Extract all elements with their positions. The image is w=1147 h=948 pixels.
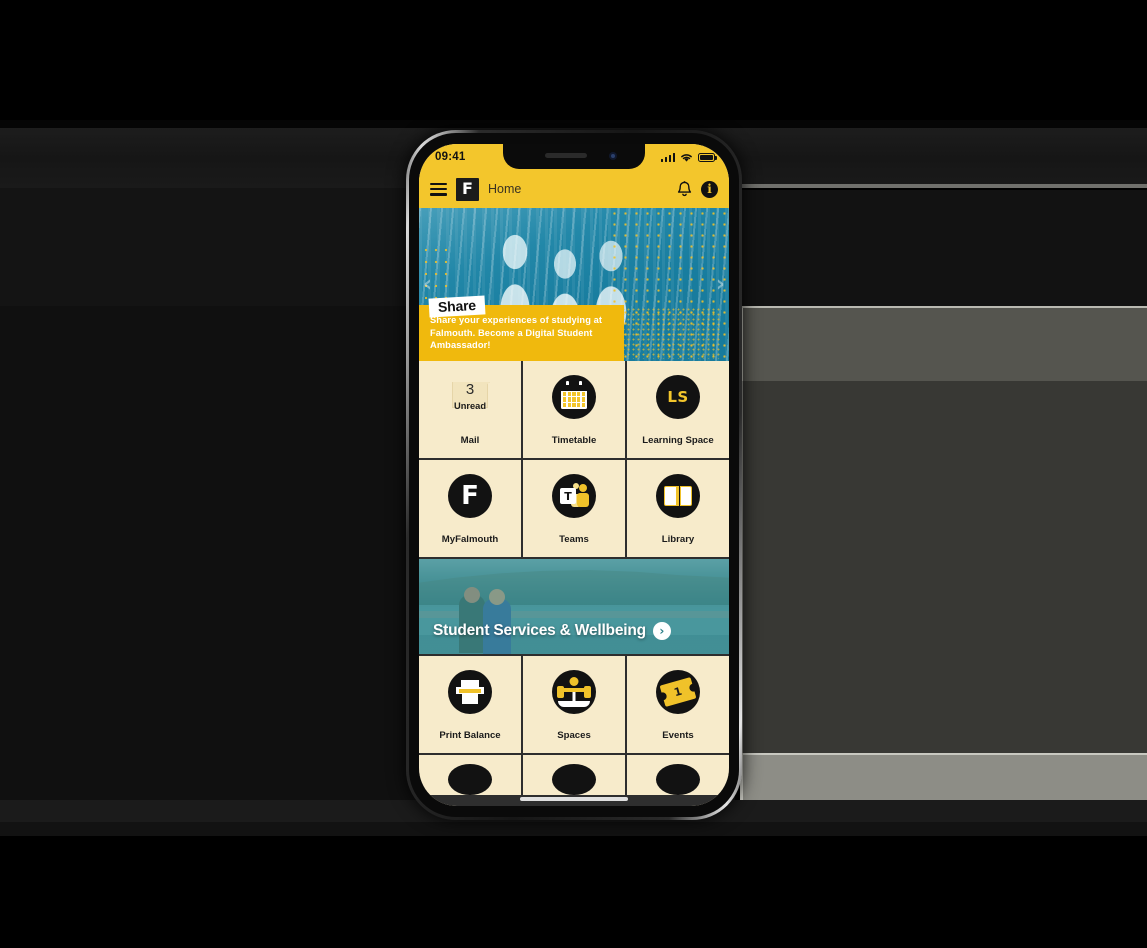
background-band	[735, 184, 1147, 188]
learning-space-icon: LS	[656, 375, 700, 419]
tile-library[interactable]: Library	[627, 460, 729, 557]
tile-partial[interactable]	[627, 755, 729, 795]
cellular-bars-icon	[660, 152, 675, 162]
phone-notch	[503, 144, 645, 169]
tile-label: Timetable	[551, 435, 597, 446]
earpiece-speaker-icon	[545, 153, 587, 158]
tile-label: Teams	[559, 534, 589, 545]
background-band	[0, 822, 1147, 836]
phone-screen: 09:41 F Home i ‹ › Share Share your expe…	[419, 144, 729, 806]
tile-events[interactable]: 1 Events	[627, 656, 729, 753]
chevron-right-icon[interactable]: ›	[716, 273, 725, 296]
background-panel	[740, 381, 1147, 753]
envelope-icon: 3 Unread	[448, 375, 492, 419]
banner-title: Student Services & Wellbeing	[433, 622, 646, 639]
tile-learning-space[interactable]: LS Learning Space	[627, 361, 729, 458]
background-band	[0, 120, 1147, 128]
falmouth-f-glyph: F	[461, 481, 479, 511]
open-book-icon	[656, 474, 700, 518]
hero-tag: Share	[428, 295, 486, 318]
student-services-banner[interactable]: Student Services & Wellbeing ›	[419, 559, 729, 654]
tile-spaces[interactable]: Spaces	[523, 656, 625, 753]
ticket-number: 1	[672, 684, 684, 700]
app-icon	[448, 764, 492, 795]
falmouth-logo[interactable]: F	[456, 177, 479, 201]
microsoft-teams-icon: T	[552, 474, 596, 518]
tile-label: Library	[661, 534, 695, 545]
background-panel	[738, 190, 1147, 308]
calendar-icon	[552, 375, 596, 419]
ticket-icon: 1	[656, 670, 700, 714]
battery-full-icon	[698, 152, 718, 162]
phone-bezel: 09:41 F Home i ‹ › Share Share your expe…	[409, 133, 739, 817]
printer-icon	[448, 670, 492, 714]
app-icon	[552, 764, 596, 795]
tile-label: Learning Space	[642, 435, 714, 446]
desk-person-icon	[552, 670, 596, 714]
wifi-icon	[681, 153, 692, 162]
phone-mockup: 09:41 F Home i ‹ › Share Share your expe…	[406, 130, 742, 820]
home-indicator[interactable]	[520, 797, 628, 801]
page-title: Home	[488, 182, 522, 196]
tile-mail[interactable]: 3 Unread Mail	[419, 361, 521, 458]
app-icon	[656, 764, 700, 795]
teams-t-glyph: T	[560, 488, 576, 504]
tile-row-partial	[419, 755, 729, 795]
tile-row: Print Balance Spaces 1 Events	[419, 656, 729, 753]
background-panel	[740, 753, 1147, 800]
background-panel	[740, 306, 1147, 381]
tile-label: Mail	[460, 435, 480, 446]
learning-space-glyph: LS	[667, 388, 689, 406]
hero-caption: Share your experiences of studying at Fa…	[430, 315, 603, 351]
status-clock: 09:41	[435, 151, 466, 163]
tile-partial[interactable]	[523, 755, 625, 795]
hero-dot-pattern	[611, 307, 721, 359]
tile-row: F MyFalmouth T Teams Library	[419, 460, 729, 557]
app-header: F Home i	[419, 170, 729, 208]
unread-label: Unread	[453, 401, 487, 411]
unread-count: 3	[465, 381, 475, 398]
hamburger-menu-icon[interactable]	[430, 182, 447, 196]
tile-label: Events	[662, 730, 694, 741]
tile-label: MyFalmouth	[441, 534, 499, 545]
tile-teams[interactable]: T Teams	[523, 460, 625, 557]
banner-title-row: Student Services & Wellbeing ›	[433, 622, 715, 640]
tile-label: Print Balance	[439, 730, 501, 741]
info-icon[interactable]: i	[701, 180, 718, 198]
notification-bell-icon[interactable]	[677, 180, 692, 198]
tile-partial[interactable]	[419, 755, 521, 795]
tile-myfalmouth[interactable]: F MyFalmouth	[419, 460, 521, 557]
tile-timetable[interactable]: Timetable	[523, 361, 625, 458]
falmouth-f-icon: F	[448, 474, 492, 518]
app-content: ‹ › Share Share your experiences of stud…	[419, 208, 729, 806]
chevron-left-icon[interactable]: ‹	[423, 273, 432, 296]
front-camera-icon	[609, 152, 617, 160]
tile-label: Spaces	[557, 730, 591, 741]
status-indicators	[660, 152, 718, 163]
tile-row: 3 Unread Mail Timetable LS Learning Spac…	[419, 361, 729, 458]
hero-carousel[interactable]: ‹ › Share Share your experiences of stud…	[419, 208, 729, 361]
chevron-right-circle-icon[interactable]: ›	[652, 622, 671, 640]
tile-print-balance[interactable]: Print Balance	[419, 656, 521, 753]
